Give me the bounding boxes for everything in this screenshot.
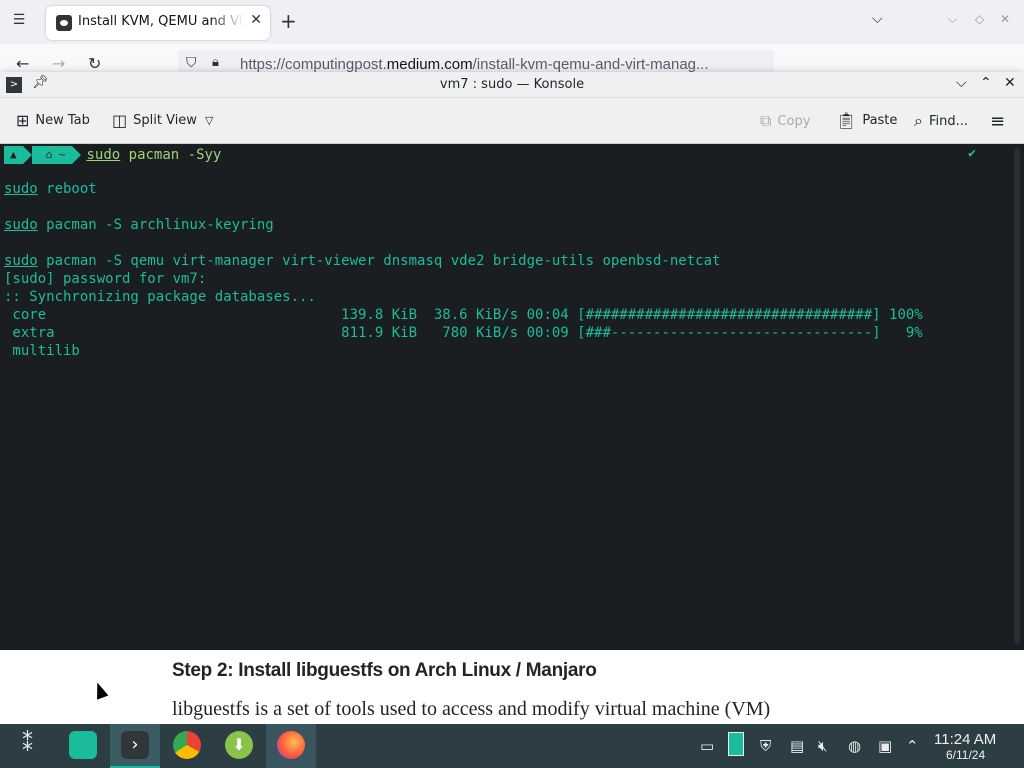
maximize-icon[interactable]: ⌃ bbox=[980, 75, 992, 91]
mouse-cursor-icon bbox=[91, 680, 109, 700]
konsole-titlebar: > 📌︎ vm7 : sudo — Konsole ⌵ ⌃ ✕ bbox=[0, 72, 1024, 98]
clipboard-icon[interactable]: ▤ bbox=[790, 737, 804, 755]
tab-list-icon[interactable]: ☰ bbox=[8, 12, 30, 32]
lock-icon[interactable]: 🔒︎ bbox=[212, 55, 219, 70]
browser-tab-active[interactable]: Install KVM, QEMU and Virt Manager on Ar… bbox=[46, 6, 270, 40]
terminal-line-password: [sudo] password for vm7: bbox=[4, 271, 207, 287]
new-tab-icon: ⊞ bbox=[16, 111, 30, 130]
taskbar-konsole[interactable]: › bbox=[110, 724, 160, 768]
find-button[interactable]: ⌕ Find... bbox=[914, 111, 968, 131]
taskbar-downloader[interactable]: ⬇ bbox=[214, 724, 264, 768]
minimize-icon[interactable]: ⌵ bbox=[956, 75, 967, 91]
taskbar-files[interactable] bbox=[58, 724, 108, 768]
terminal-line-extra: extra 811.9 KiB 780 KiB/s 00:09 [###----… bbox=[4, 325, 923, 341]
firefox-icon bbox=[277, 731, 305, 759]
chevron-down-icon[interactable]: ⌵ bbox=[872, 11, 883, 27]
terminal-area[interactable]: ▲ ⌂ ~ sudo pacman -Syy ✔ sudo reboot sud… bbox=[0, 144, 1024, 650]
terminal-line-keyring: sudo pacman -S archlinux-keyring bbox=[4, 217, 274, 233]
terminal-line-core: core 139.8 KiB 38.6 KiB/s 00:04 [#######… bbox=[4, 307, 923, 323]
step-paragraph: libguestfs is a set of tools used to acc… bbox=[172, 698, 771, 720]
display-icon[interactable]: ▣ bbox=[878, 737, 892, 755]
paste-button[interactable]: 📋︎ Paste bbox=[836, 111, 897, 130]
tab-close-icon[interactable]: ✕ bbox=[250, 12, 262, 28]
konsole-toolbar: ⊞ New Tab ◫ Split View ▽ ⧉ Copy 📋︎ Paste… bbox=[0, 98, 1024, 144]
home-icon: ⌂ ~ bbox=[31, 146, 72, 164]
tab-title: Install KVM, QEMU and Virt Manager on Ar… bbox=[78, 14, 244, 29]
back-arrow-icon[interactable]: ← bbox=[16, 54, 29, 73]
clock-date[interactable]: 6/11/24 bbox=[946, 748, 985, 762]
url-text: https://computingpost.medium.com/install… bbox=[240, 56, 709, 73]
search-icon: ⌕ bbox=[914, 111, 923, 130]
medium-favicon-icon bbox=[56, 15, 72, 31]
prompt-command: sudo pacman -Syy bbox=[86, 147, 222, 163]
split-view-button[interactable]: ◫ Split View ▽ bbox=[112, 111, 213, 130]
browser-tab-bar: ☰ Install KVM, QEMU and Virt Manager on … bbox=[0, 0, 1024, 44]
close-window-icon[interactable]: ✕ bbox=[1000, 12, 1010, 26]
taskbar: ⁑ › ⬇ ▭ ⛨ ▤ 🔇︎ ◍ ▣ ⌃ 11:24 AM 6/11/24 bbox=[0, 724, 1024, 768]
terminal-line-reboot: sudo reboot bbox=[4, 181, 97, 197]
workspace-pager[interactable] bbox=[728, 732, 744, 756]
chevron-up-icon[interactable]: ⌃ bbox=[906, 737, 919, 755]
minimize-icon[interactable]: ⌵ bbox=[948, 12, 957, 27]
shell-prompt: ▲ ⌂ ~ sudo pacman -Syy bbox=[4, 146, 221, 164]
article-content: Step 2: Install libguestfs on Arch Linux… bbox=[0, 650, 1024, 724]
clock-time[interactable]: 11:24 AM bbox=[934, 731, 996, 748]
taskbar-firefox[interactable] bbox=[266, 724, 316, 768]
shield-icon[interactable]: ⛨ bbox=[760, 737, 771, 755]
forward-arrow-icon[interactable]: → bbox=[52, 54, 65, 73]
new-tab-button[interactable]: ⊞ New Tab bbox=[16, 111, 90, 130]
paste-icon: 📋︎ bbox=[836, 111, 857, 130]
copy-button[interactable]: ⧉ Copy bbox=[760, 111, 810, 131]
konsole-window: > 📌︎ vm7 : sudo — Konsole ⌵ ⌃ ✕ ⊞ New Ta… bbox=[0, 72, 1024, 650]
volume-muted-icon[interactable]: 🔇︎ bbox=[818, 737, 827, 755]
terminal-line-multilib: multilib bbox=[4, 343, 80, 359]
show-desktop-icon[interactable]: ▭ bbox=[700, 737, 714, 755]
close-icon[interactable]: ✕ bbox=[1004, 75, 1016, 91]
checkmark-icon: ✔ bbox=[968, 146, 976, 161]
prompt-separator bbox=[71, 146, 81, 164]
shield-icon[interactable]: ⛉ bbox=[186, 55, 197, 71]
terminal-line-sync: :: Synchronizing package databases... bbox=[4, 289, 316, 305]
terminal-icon: › bbox=[121, 731, 149, 759]
prompt-separator bbox=[22, 146, 32, 164]
chrome-icon bbox=[173, 731, 201, 759]
launcher-icon: ⁑ bbox=[22, 732, 33, 757]
terminal-line-install: sudo pacman -S qemu virt-manager virt-vi… bbox=[4, 253, 721, 269]
taskbar-chrome[interactable] bbox=[162, 724, 212, 768]
copy-icon: ⧉ bbox=[760, 111, 772, 130]
folder-icon bbox=[69, 731, 97, 759]
new-tab-plus-icon[interactable]: + bbox=[280, 9, 297, 33]
split-view-icon: ◫ bbox=[112, 111, 128, 130]
maximize-icon[interactable]: ◇ bbox=[975, 12, 984, 26]
arch-logo-icon: ▲ bbox=[4, 146, 23, 164]
app-launcher-button[interactable]: ⁑ bbox=[8, 724, 58, 768]
chevron-down-icon: ▽ bbox=[204, 114, 214, 127]
network-icon[interactable]: ◍ bbox=[848, 737, 861, 755]
hamburger-menu-icon[interactable]: ≡ bbox=[990, 111, 1005, 132]
terminal-scrollbar[interactable] bbox=[1014, 148, 1020, 644]
download-icon: ⬇ bbox=[225, 731, 253, 759]
step-heading: Step 2: Install libguestfs on Arch Linux… bbox=[172, 660, 597, 681]
reload-icon[interactable]: ↻ bbox=[88, 54, 101, 73]
window-title: vm7 : sudo — Konsole bbox=[439, 77, 585, 92]
